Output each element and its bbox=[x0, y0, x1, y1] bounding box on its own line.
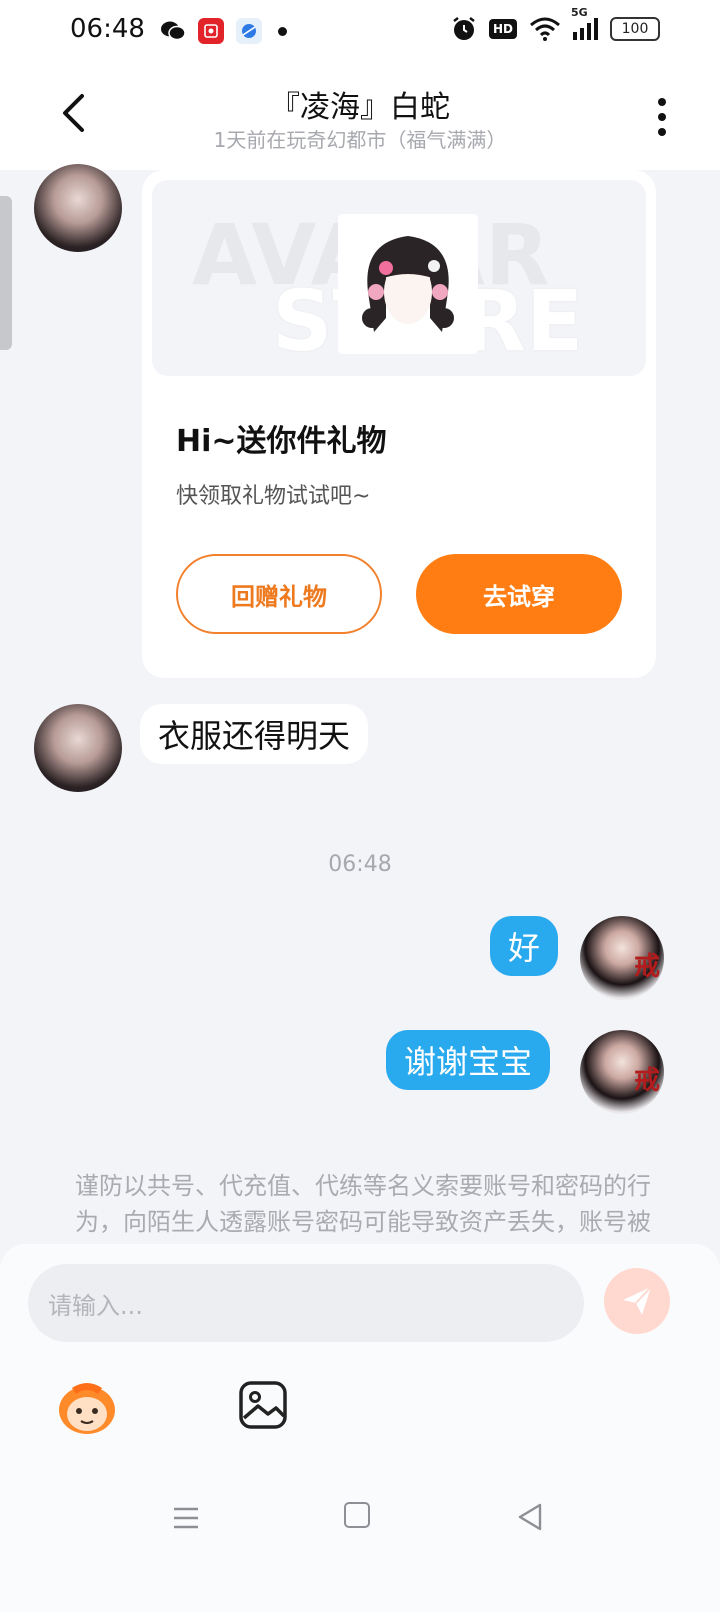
try-on-button[interactable]: 去试穿 bbox=[416, 554, 622, 634]
more-dot bbox=[658, 113, 666, 121]
message-bubble-incoming[interactable]: 衣服还得明天 bbox=[140, 704, 369, 764]
gift-card: AVATAR STORE Hi~送你件礼物 快领取礼物试试吧~ 回赠礼物 去试穿 bbox=[142, 170, 656, 678]
recent-apps-icon[interactable] bbox=[172, 1504, 200, 1532]
my-avatar[interactable]: 戒 bbox=[580, 916, 664, 1000]
contact-avatar[interactable] bbox=[34, 164, 122, 252]
avatar-stamp: 戒 bbox=[633, 1066, 660, 1096]
avatar-stamp: 戒 bbox=[633, 952, 660, 982]
sticker-character-icon bbox=[59, 1383, 115, 1434]
network-type: 5G bbox=[571, 6, 588, 19]
home-icon[interactable] bbox=[344, 1502, 370, 1528]
contact-avatar[interactable] bbox=[34, 704, 122, 792]
system-nav-bar bbox=[0, 1480, 720, 1612]
status-bar: 06:48 HD 5G 100 bbox=[0, 0, 720, 66]
wechat-icon bbox=[160, 18, 186, 44]
more-dot bbox=[658, 98, 666, 106]
image-picker-button[interactable] bbox=[238, 1380, 288, 1430]
blue-app-icon bbox=[236, 18, 262, 44]
image-icon bbox=[239, 1381, 287, 1429]
time-separator: 06:48 bbox=[328, 852, 392, 877]
gift-title: Hi~送你件礼物 bbox=[176, 424, 387, 459]
chat-title: 『凌海』白蛇 bbox=[270, 90, 450, 125]
alarm-icon bbox=[453, 17, 475, 40]
sticker-button[interactable] bbox=[54, 1378, 120, 1436]
hd-icon: HD bbox=[488, 19, 517, 39]
red-app-icon bbox=[198, 18, 224, 44]
my-avatar[interactable]: 戒 bbox=[580, 1030, 664, 1114]
gift-item-image[interactable] bbox=[338, 214, 478, 354]
return-gift-button[interactable]: 回赠礼物 bbox=[176, 554, 382, 634]
message-bubble-outgoing[interactable]: 好 bbox=[490, 916, 559, 976]
battery-icon: 100 bbox=[610, 17, 660, 41]
send-icon bbox=[623, 1286, 652, 1315]
gift-description: 快领取礼物试试吧~ bbox=[176, 484, 371, 509]
message-input[interactable]: 请输入... bbox=[28, 1264, 584, 1342]
signal-icon: 5G bbox=[571, 6, 598, 40]
back-triangle-icon[interactable] bbox=[516, 1502, 544, 1532]
status-time: 06:48 bbox=[70, 14, 145, 44]
more-options-button[interactable] bbox=[650, 92, 674, 142]
chat-header: 『凌海』白蛇 1天前在玩奇幻都市（福气满满） bbox=[0, 66, 720, 170]
gift-banner: AVATAR STORE bbox=[152, 180, 646, 376]
side-drawer-handle[interactable] bbox=[0, 196, 12, 350]
message-bubble-outgoing[interactable]: 谢谢宝宝 bbox=[386, 1030, 551, 1090]
status-indicators: HD 5G 100 bbox=[451, 6, 660, 42]
more-dot bbox=[658, 128, 666, 136]
send-button[interactable] bbox=[604, 1268, 670, 1334]
chat-subtitle: 1天前在玩奇幻都市（福气满满） bbox=[213, 128, 507, 152]
notification-dot-icon bbox=[278, 26, 287, 36]
status-app-icons bbox=[160, 18, 287, 44]
wifi-icon bbox=[530, 17, 560, 41]
